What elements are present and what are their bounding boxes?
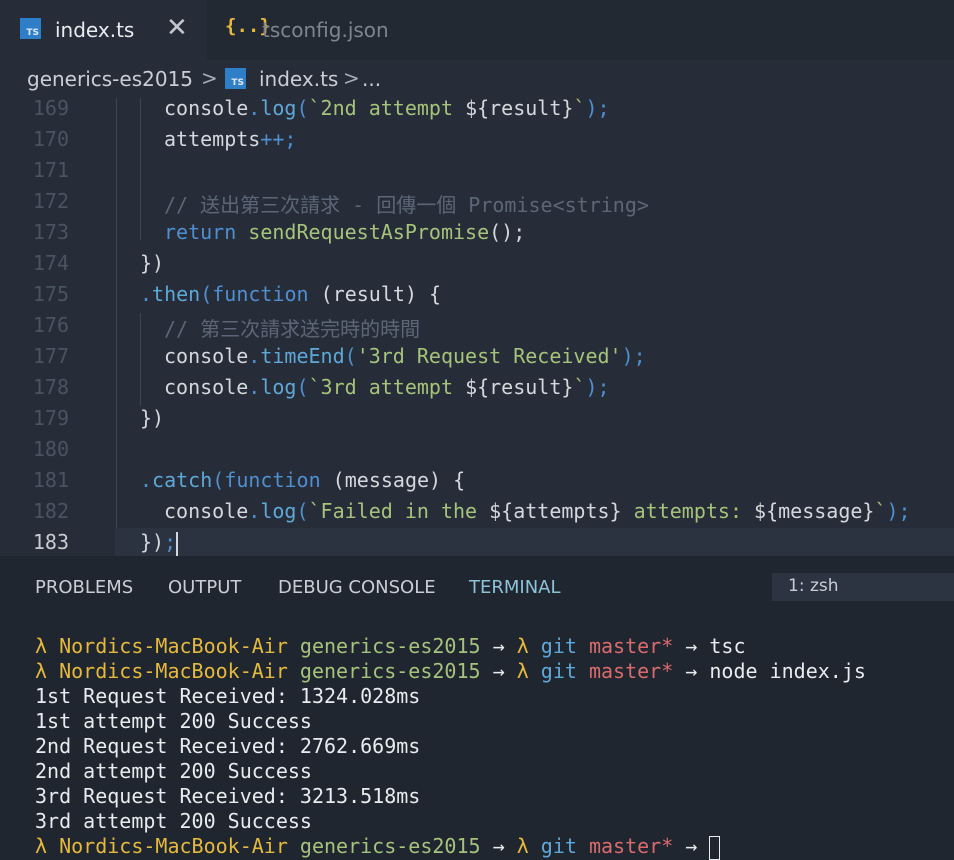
- code-text: attempts++;: [164, 127, 297, 151]
- tab-problems[interactable]: PROBLEMS: [35, 577, 133, 598]
- terminal-output-line: 2nd attempt 200 Success: [35, 759, 312, 783]
- tab-terminal[interactable]: TERMINAL: [469, 577, 561, 598]
- terminal-cursor: [709, 835, 721, 860]
- terminal-output-line: 1st attempt 200 Success: [35, 709, 312, 733]
- line-number: 171: [32, 158, 69, 182]
- breadcrumb-more[interactable]: ...: [362, 67, 381, 91]
- code-text: .catch(function (message) {: [140, 468, 466, 492]
- code-text: console.timeEnd('3rd Request Received');: [164, 344, 646, 368]
- editor-tab-bar: TS index.ts ✕ {..} tsconfig.json: [0, 0, 954, 60]
- code-line: 178 console.log(`3rd attempt ${result}`)…: [0, 375, 954, 408]
- tab-index-ts[interactable]: TS index.ts ✕: [0, 0, 207, 60]
- terminal-prompt-line: λ Nordics-MacBook-Air generics-es2015 → …: [35, 834, 721, 860]
- terminal-output-line: 3rd attempt 200 Success: [35, 809, 312, 833]
- code-line: 174 }): [0, 251, 954, 284]
- current-line-highlight: [115, 528, 954, 556]
- line-number: 182: [32, 499, 69, 523]
- line-number: 177: [32, 344, 69, 368]
- line-number: 183: [32, 530, 69, 554]
- line-number: 173: [32, 220, 69, 244]
- code-line: 173 return sendRequestAsPromise();: [0, 220, 954, 253]
- code-text: console.log(`2nd attempt ${result}`);: [164, 98, 610, 120]
- line-number: 180: [32, 437, 69, 461]
- code-text: .then(function (result) {: [140, 282, 442, 306]
- line-number: 181: [32, 468, 69, 492]
- code-line: 169 console.log(`2nd attempt ${result}`)…: [0, 98, 954, 129]
- code-line: 172 // 送出第三次請求 - 回傳一個 Promise<string>: [0, 189, 954, 222]
- tab-debug-console[interactable]: DEBUG CONSOLE: [278, 577, 436, 598]
- code-line: 176 // 第三次請求送完時的時間: [0, 313, 954, 346]
- bottom-panel: PROBLEMS OUTPUT DEBUG CONSOLE TERMINAL 1…: [0, 556, 954, 860]
- terminal-prompt-line: λ Nordics-MacBook-Air generics-es2015 → …: [35, 659, 866, 683]
- breadcrumb: generics-es2015 > index.ts > ...: [0, 60, 954, 98]
- terminal-prompt-line: λ Nordics-MacBook-Air generics-es2015 → …: [35, 634, 746, 658]
- line-number: 170: [32, 127, 69, 151]
- typescript-file-icon: TS: [20, 18, 41, 39]
- text-cursor: [176, 531, 179, 556]
- breadcrumb-file[interactable]: index.ts: [259, 67, 338, 91]
- tab-tsconfig-json[interactable]: {..} tsconfig.json: [207, 0, 467, 60]
- code-line: 175 .then(function (result) {: [0, 282, 954, 315]
- code-text: }): [140, 406, 165, 430]
- terminal-output-line: 3rd Request Received: 3213.518ms: [35, 784, 421, 808]
- code-text: return sendRequestAsPromise();: [164, 220, 526, 244]
- typescript-file-icon: TS: [225, 68, 246, 89]
- code-text: }): [140, 251, 165, 275]
- tab-output[interactable]: OUTPUT: [168, 577, 241, 598]
- code-line-current: 183 });: [0, 528, 954, 556]
- line-number: 174: [32, 251, 69, 275]
- code-comment: // 送出第三次請求 - 回傳一個 Promise<string>: [164, 193, 649, 217]
- tab-label: index.ts: [55, 18, 135, 42]
- terminal-output-line: 1st Request Received: 1324.028ms: [35, 684, 421, 708]
- terminal-output-line: 2nd Request Received: 2762.669ms: [35, 734, 421, 758]
- code-editor[interactable]: 169 console.log(`2nd attempt ${result}`)…: [0, 98, 954, 556]
- close-icon[interactable]: ✕: [166, 13, 188, 43]
- code-text: });: [140, 530, 179, 556]
- code-line: 170 attempts++;: [0, 127, 954, 160]
- code-line: 179 }): [0, 406, 954, 439]
- line-number: 178: [32, 375, 69, 399]
- breadcrumb-folder[interactable]: generics-es2015: [27, 67, 193, 91]
- line-number: 169: [32, 98, 69, 120]
- chevron-right-icon: >: [343, 66, 360, 90]
- code-line: 180: [0, 437, 954, 470]
- chevron-right-icon: >: [201, 66, 218, 90]
- code-line: 171: [0, 158, 954, 191]
- line-number: 176: [32, 313, 69, 337]
- tab-label: tsconfig.json: [262, 18, 389, 42]
- code-text: console.log(`3rd attempt ${result}`);: [164, 375, 610, 399]
- code-line: 177 console.timeEnd('3rd Request Receive…: [0, 344, 954, 377]
- code-line: 181 .catch(function (message) {: [0, 468, 954, 501]
- line-number: 179: [32, 406, 69, 430]
- line-number: 172: [32, 189, 69, 213]
- code-text: console.log(`Failed in the ${attempts} a…: [164, 499, 911, 523]
- terminal-select[interactable]: 1: zsh: [772, 573, 954, 601]
- terminal[interactable]: λ Nordics-MacBook-Air generics-es2015 → …: [0, 624, 954, 860]
- line-number: 175: [32, 282, 69, 306]
- code-comment: // 第三次請求送完時的時間: [164, 317, 421, 341]
